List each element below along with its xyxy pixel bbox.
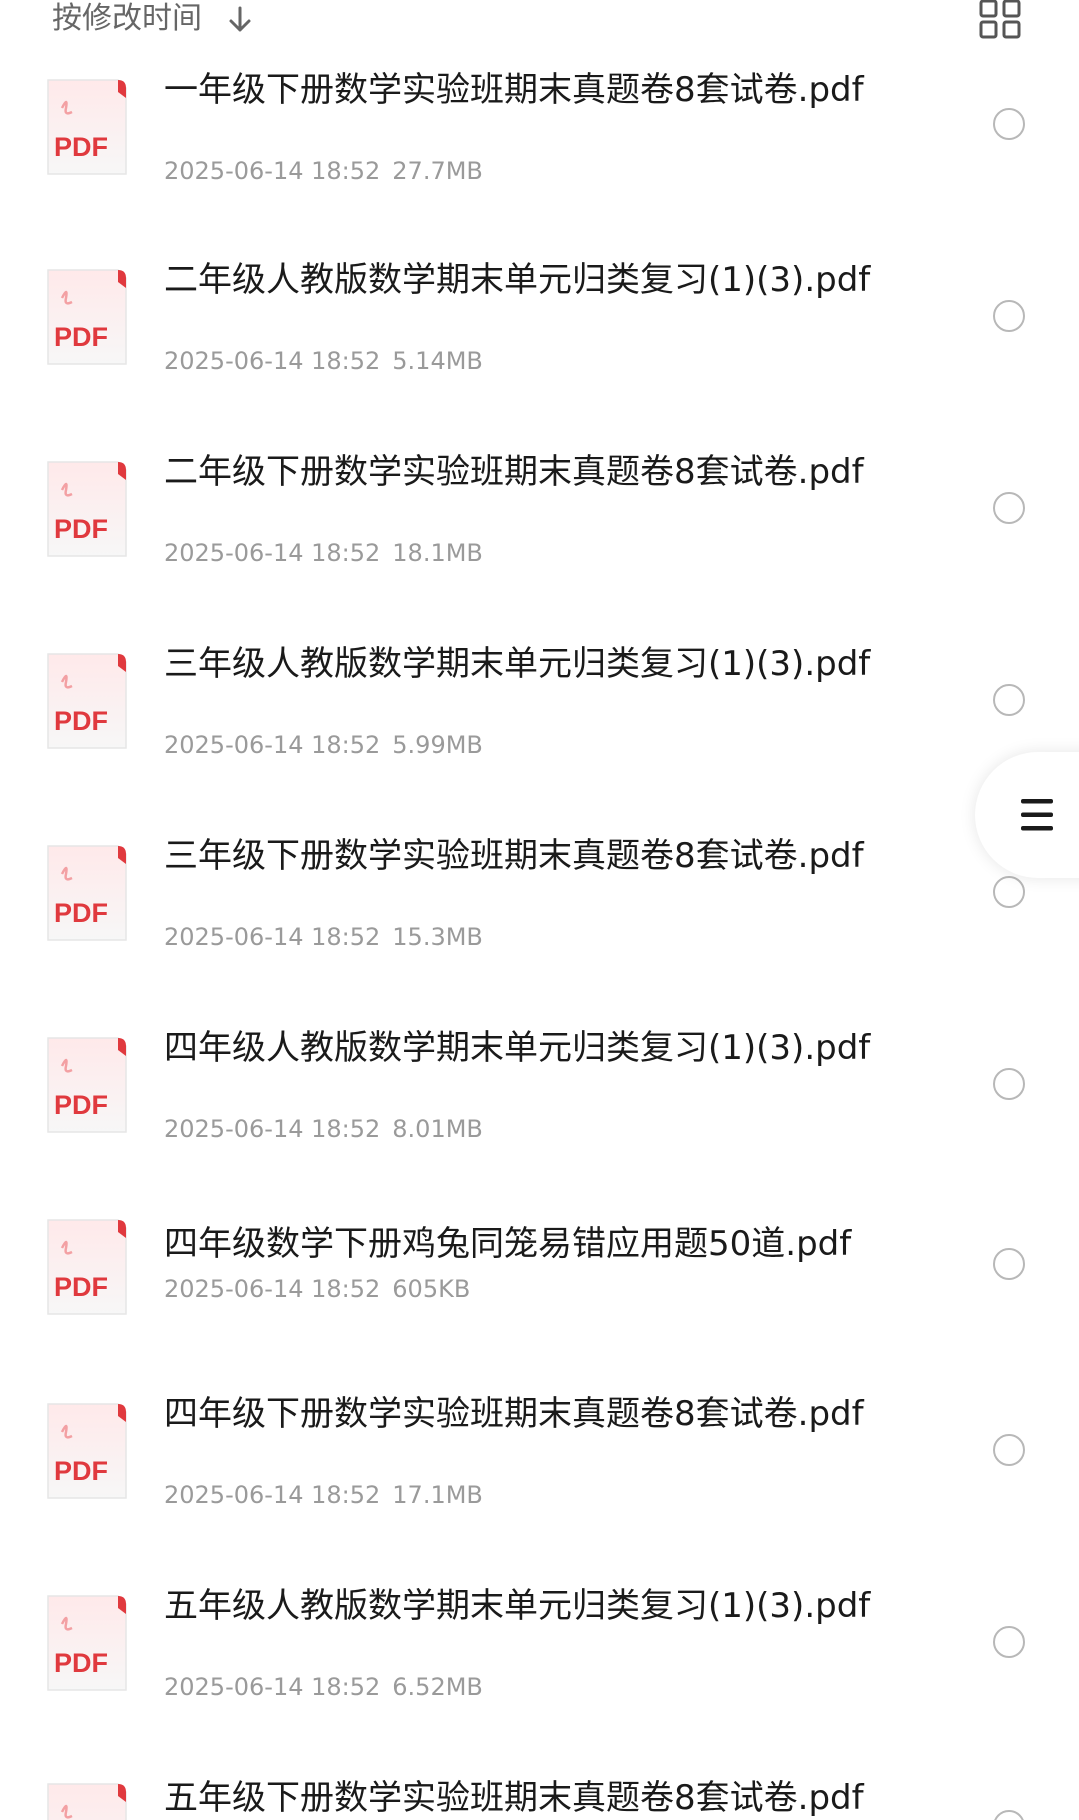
file-size: 8.01MB xyxy=(392,1115,483,1143)
file-meta: 2025-06-14 18:52 5.14MB xyxy=(164,346,483,376)
select-radio[interactable] xyxy=(993,1248,1025,1280)
sort-by-label[interactable]: 按修改时间 xyxy=(52,0,202,38)
pdf-file-icon: PDF xyxy=(47,845,127,941)
file-date: 2025-06-14 18:52 xyxy=(164,1673,381,1701)
select-radio[interactable] xyxy=(993,1434,1025,1466)
file-date: 2025-06-14 18:52 xyxy=(164,1275,381,1303)
file-row[interactable]: PDF 二年级下册数学实验班期末真题卷8套试卷.pdf 2025-06-14 1… xyxy=(0,430,1079,580)
file-row[interactable]: PDF 五年级下册数学实验班期末真题卷8套试卷.pdf xyxy=(0,1766,1079,1820)
svg-text:PDF: PDF xyxy=(54,1456,108,1486)
select-radio[interactable] xyxy=(993,684,1025,716)
pdf-file-icon: PDF xyxy=(47,1783,127,1820)
file-name: 四年级数学下册鸡兔同笼易错应用题50道.pdf xyxy=(164,1224,852,1264)
file-row[interactable]: PDF 五年级人教版数学期末单元归类复习(1)(3).pdf 2025-06-1… xyxy=(0,1574,1079,1724)
file-size: 17.1MB xyxy=(392,1481,483,1509)
pdf-file-icon: PDF xyxy=(47,1219,127,1315)
file-meta: 2025-06-14 18:52 18.1MB xyxy=(164,538,483,568)
file-name: 五年级下册数学实验班期末真题卷8套试卷.pdf xyxy=(164,1778,864,1818)
select-radio[interactable] xyxy=(993,492,1025,524)
file-meta: 2025-06-14 18:52 605KB xyxy=(164,1274,470,1304)
select-radio[interactable] xyxy=(993,300,1025,332)
file-size: 5.14MB xyxy=(392,347,483,375)
file-meta: 2025-06-14 18:52 5.99MB xyxy=(164,730,483,760)
file-size: 15.3MB xyxy=(392,923,483,951)
file-row[interactable]: PDF 四年级人教版数学期末单元归类复习(1)(3).pdf 2025-06-1… xyxy=(0,1006,1079,1156)
file-name: 四年级下册数学实验班期末真题卷8套试卷.pdf xyxy=(164,1394,864,1434)
file-row[interactable]: PDF 四年级数学下册鸡兔同笼易错应用题50道.pdf 2025-06-14 1… xyxy=(0,1198,1079,1348)
file-row[interactable]: PDF 一年级下册数学实验班期末真题卷8套试卷.pdf 2025-06-14 1… xyxy=(0,46,1079,196)
file-size: 18.1MB xyxy=(392,539,483,567)
pdf-file-icon: PDF xyxy=(47,1403,127,1499)
file-date: 2025-06-14 18:52 xyxy=(164,157,381,185)
svg-text:PDF: PDF xyxy=(54,898,108,928)
pdf-file-icon: PDF xyxy=(47,461,127,557)
file-meta: 2025-06-14 18:52 27.7MB xyxy=(164,156,483,186)
file-size: 605KB xyxy=(392,1275,471,1303)
sort-bar: 按修改时间 xyxy=(0,0,1079,42)
file-size: 5.99MB xyxy=(392,731,483,759)
arrow-down-icon[interactable] xyxy=(224,4,256,36)
menu-icon xyxy=(1021,799,1053,831)
file-name: 五年级人教版数学期末单元归类复习(1)(3).pdf xyxy=(164,1586,871,1626)
file-name: 四年级人教版数学期末单元归类复习(1)(3).pdf xyxy=(164,1028,871,1068)
file-meta: 2025-06-14 18:52 6.52MB xyxy=(164,1672,483,1702)
file-size: 27.7MB xyxy=(392,157,483,185)
svg-text:PDF: PDF xyxy=(54,1648,108,1678)
pdf-file-icon: PDF xyxy=(47,1037,127,1133)
file-date: 2025-06-14 18:52 xyxy=(164,1481,381,1509)
file-date: 2025-06-14 18:52 xyxy=(164,1115,381,1143)
file-row[interactable]: PDF 四年级下册数学实验班期末真题卷8套试卷.pdf 2025-06-14 1… xyxy=(0,1382,1079,1532)
pdf-file-icon: PDF xyxy=(47,79,127,175)
file-name: 三年级下册数学实验班期末真题卷8套试卷.pdf xyxy=(164,836,864,876)
svg-text:PDF: PDF xyxy=(54,1090,108,1120)
svg-text:PDF: PDF xyxy=(54,322,108,352)
file-meta: 2025-06-14 18:52 15.3MB xyxy=(164,922,483,952)
file-date: 2025-06-14 18:52 xyxy=(164,731,381,759)
svg-text:PDF: PDF xyxy=(54,706,108,736)
select-radio[interactable] xyxy=(993,876,1025,908)
file-meta: 2025-06-14 18:52 8.01MB xyxy=(164,1114,483,1144)
pdf-file-icon: PDF xyxy=(47,1595,127,1691)
pdf-file-icon: PDF xyxy=(47,653,127,749)
file-date: 2025-06-14 18:52 xyxy=(164,923,381,951)
select-radio[interactable] xyxy=(993,1626,1025,1658)
file-name: 二年级下册数学实验班期末真题卷8套试卷.pdf xyxy=(164,452,864,492)
file-row[interactable]: PDF 二年级人教版数学期末单元归类复习(1)(3).pdf 2025-06-1… xyxy=(0,238,1079,388)
select-radio[interactable] xyxy=(993,1810,1025,1820)
file-row[interactable]: PDF 三年级人教版数学期末单元归类复习(1)(3).pdf 2025-06-1… xyxy=(0,622,1079,772)
select-radio[interactable] xyxy=(993,108,1025,140)
file-date: 2025-06-14 18:52 xyxy=(164,347,381,375)
file-list: PDF 一年级下册数学实验班期末真题卷8套试卷.pdf 2025-06-14 1… xyxy=(0,0,1079,1820)
pdf-file-icon: PDF xyxy=(47,269,127,365)
file-row[interactable]: PDF 三年级下册数学实验班期末真题卷8套试卷.pdf 2025-06-14 1… xyxy=(0,814,1079,964)
svg-text:PDF: PDF xyxy=(54,132,108,162)
svg-text:PDF: PDF xyxy=(54,514,108,544)
select-radio[interactable] xyxy=(993,1068,1025,1100)
file-name: 三年级人教版数学期末单元归类复习(1)(3).pdf xyxy=(164,644,871,684)
file-meta: 2025-06-14 18:52 17.1MB xyxy=(164,1480,483,1510)
file-name: 二年级人教版数学期末单元归类复习(1)(3).pdf xyxy=(164,260,871,300)
file-name: 一年级下册数学实验班期末真题卷8套试卷.pdf xyxy=(164,70,864,110)
grid-view-icon[interactable] xyxy=(978,0,1022,40)
file-size: 6.52MB xyxy=(392,1673,483,1701)
svg-text:PDF: PDF xyxy=(54,1272,108,1302)
file-date: 2025-06-14 18:52 xyxy=(164,539,381,567)
